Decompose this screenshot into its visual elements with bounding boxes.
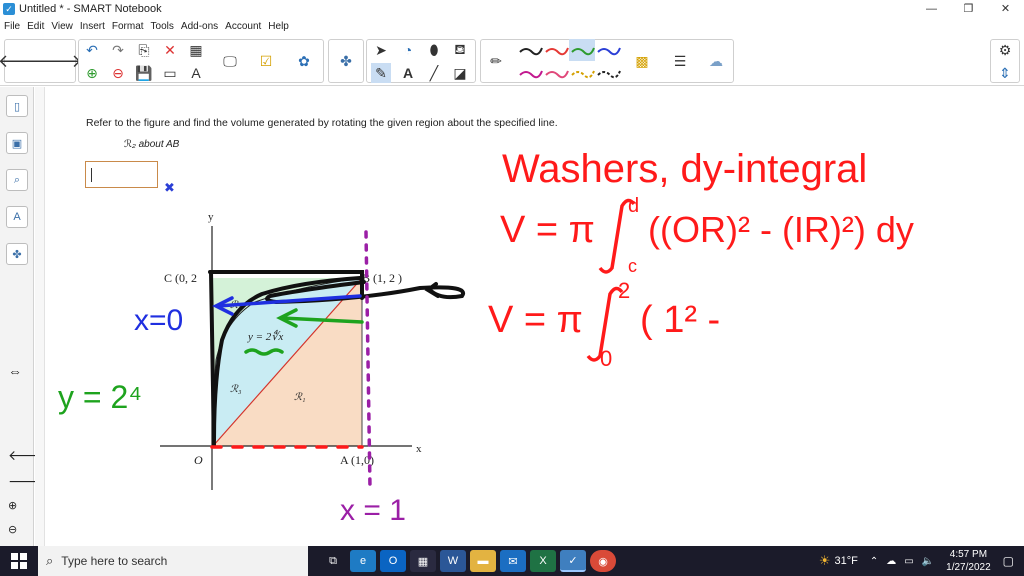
start-button[interactable] bbox=[0, 546, 38, 576]
taskbar-search-box[interactable]: ⌕ Type here to search bbox=[38, 546, 308, 576]
windows-taskbar: ⌕ Type here to search ⧉ e O ▦ W ▬ ✉ X ✓ … bbox=[0, 546, 1024, 576]
handwritten-x-equals-0: x=0 bbox=[134, 304, 183, 337]
handwritten-y-equation: y = 2⁴ bbox=[58, 379, 142, 415]
clock[interactable]: 4:57 PM 1/27/2022 bbox=[946, 548, 991, 574]
store-icon[interactable]: ▦ bbox=[410, 550, 436, 572]
region-r1-label: ℛ₁ bbox=[294, 392, 305, 403]
tray-chevron-icon[interactable]: ⌃ bbox=[870, 556, 878, 567]
region-r3-label: ℛ₃ bbox=[230, 384, 242, 395]
handwritten-washer-formula: ((OR)² - (IR)²) dy bbox=[648, 209, 914, 250]
search-icon: ⌕ bbox=[46, 553, 54, 568]
point-c-label: C (0, 2 bbox=[164, 271, 197, 285]
network-icon[interactable]: ▭ bbox=[904, 556, 913, 567]
handwritten-x-equals-1: x = 1 bbox=[340, 494, 406, 527]
handwritten-setup-prefix: V = π bbox=[488, 299, 583, 341]
handwritten-setup-body: ( 1² - bbox=[640, 299, 720, 341]
integral-lower-0: 0 bbox=[600, 346, 612, 371]
point-o-label: O bbox=[194, 453, 203, 467]
file-explorer-icon[interactable]: ▬ bbox=[470, 550, 496, 572]
volume-icon[interactable]: 🔈 bbox=[922, 556, 934, 567]
smart-notebook-icon[interactable]: ✓ bbox=[560, 550, 586, 572]
handwritten-method-note: Washers, dy-integral bbox=[502, 147, 867, 191]
clock-date: 1/27/2022 bbox=[946, 562, 991, 573]
curve-equation-label: y = 2∜x bbox=[247, 329, 283, 343]
weather-temp[interactable]: 31°F bbox=[835, 555, 858, 567]
smart-notebook-window: ✓ Untitled * - SMART Notebook — ❐ ✕ File… bbox=[0, 0, 1024, 576]
chrome-icon[interactable]: ◉ bbox=[590, 550, 616, 572]
search-placeholder: Type here to search bbox=[61, 554, 168, 568]
y-axis-label: y bbox=[208, 211, 214, 223]
mail-icon[interactable]: ✉ bbox=[500, 550, 526, 572]
word-icon[interactable]: W bbox=[440, 550, 466, 572]
integral-upper-2: 2 bbox=[618, 278, 630, 303]
notifications-icon[interactable]: ▢ bbox=[1003, 554, 1014, 568]
task-view-icon[interactable]: ⧉ bbox=[320, 550, 346, 572]
system-tray: ☀ 31°F ⌃ ☁ ▭ 🔈 4:57 PM 1/27/2022 ▢ bbox=[819, 546, 1024, 576]
onedrive-icon[interactable]: ☁ bbox=[886, 556, 896, 567]
outlook-icon[interactable]: O bbox=[380, 550, 406, 572]
x-axis-label: x bbox=[416, 443, 422, 455]
excel-icon[interactable]: X bbox=[530, 550, 556, 572]
windows-logo-icon bbox=[11, 553, 27, 569]
clock-time: 4:57 PM bbox=[949, 549, 988, 560]
edge-icon[interactable]: e bbox=[350, 550, 376, 572]
figure-and-annotations: y x C (0, 2 B (1, 2 ) O A (1,0) y = 2∜x … bbox=[58, 147, 914, 527]
weather-icon[interactable]: ☀ bbox=[819, 553, 831, 569]
handwritten-formula-prefix: V = π bbox=[500, 209, 595, 251]
integral-upper-d: d bbox=[628, 195, 639, 217]
integral-lower-c: c bbox=[628, 256, 637, 276]
